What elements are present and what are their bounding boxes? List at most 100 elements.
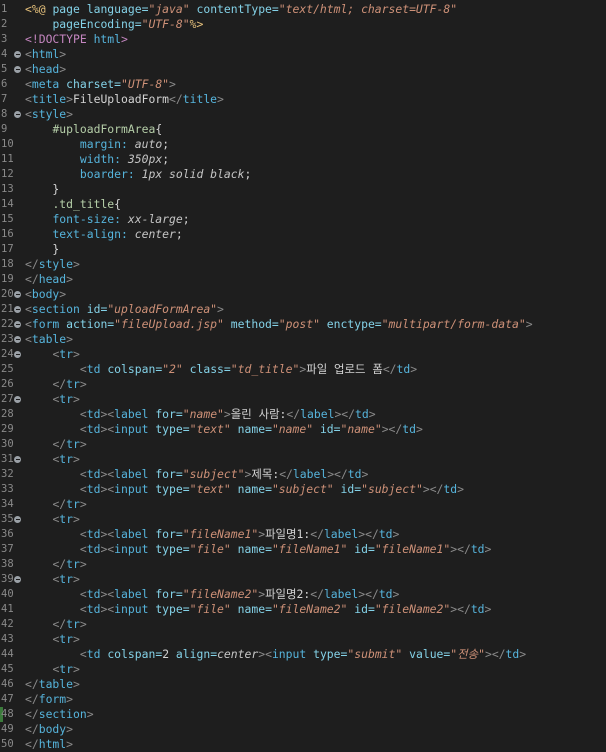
code-token: >: [392, 587, 400, 601]
code-line[interactable]: 24 <tr>: [0, 347, 606, 362]
code-token: >: [169, 77, 176, 91]
code-line[interactable]: 17 }: [0, 242, 606, 257]
code-line[interactable]: 7 <title>FileUploadForm</title>: [0, 92, 606, 107]
code-line[interactable]: 31 <tr>: [0, 452, 606, 467]
fold-toggle-icon[interactable]: [14, 306, 21, 313]
code-line[interactable]: 37 <td><input type="file" name="fileName…: [0, 542, 606, 557]
line-number: 39: [1, 573, 14, 585]
code-token: tr: [59, 512, 74, 526]
code-token: for=: [155, 407, 183, 421]
code-line[interactable]: 43 <tr>: [0, 632, 606, 647]
code-line[interactable]: 47 </form>: [0, 692, 606, 707]
fold-toggle-icon[interactable]: [14, 51, 21, 58]
code-line[interactable]: 11 width: 350px;: [0, 152, 606, 167]
code-line[interactable]: 18 </style>: [0, 257, 606, 272]
code-token: td: [86, 587, 101, 601]
line-number: 29: [1, 423, 14, 435]
code-line[interactable]: 45 <tr>: [0, 662, 606, 677]
line-gutter: 40: [0, 587, 22, 602]
code-line[interactable]: 1 <%@ page language="java" contentType="t…: [0, 2, 606, 17]
code-line[interactable]: 39 <tr>: [0, 572, 606, 587]
code-line[interactable]: 48 </section>: [0, 707, 606, 722]
code-line[interactable]: 41 <td><input type="file" name="fileName…: [0, 602, 606, 617]
code-line[interactable]: 40 <td><label for="fileName2">파일명2:</lab…: [0, 587, 606, 602]
code-token: table: [31, 332, 67, 346]
code-line[interactable]: 32 <td><label for="subject">제목:</label><…: [0, 467, 606, 482]
code-token: "fileName2": [374, 602, 451, 616]
fold-toggle-icon[interactable]: [14, 351, 21, 358]
code-line[interactable]: 2 pageEncoding="UTF-8"%>: [0, 17, 606, 32]
line-gutter: 7: [0, 92, 22, 107]
code-line[interactable]: 21 <section id="uploadFormArea">: [0, 302, 606, 317]
fold-toggle-icon[interactable]: [14, 111, 21, 118]
code-line[interactable]: 19 </head>: [0, 272, 606, 287]
code-line[interactable]: 4 <html>: [0, 47, 606, 62]
code-token: action=: [66, 317, 115, 331]
code-line[interactable]: 10 margin: auto;: [0, 137, 606, 152]
line-gutter: 16: [0, 227, 22, 242]
code-token: tr: [66, 617, 80, 631]
code-editor[interactable]: 1 <%@ page language="java" contentType="t…: [0, 0, 606, 752]
fold-toggle-icon[interactable]: [14, 456, 21, 463]
fold-toggle-icon[interactable]: [14, 291, 21, 298]
fold-toggle-icon[interactable]: [14, 336, 21, 343]
code-token: td: [470, 542, 485, 556]
code-line[interactable]: 34 </tr>: [0, 497, 606, 512]
code-token: td: [378, 527, 393, 541]
code-line[interactable]: 49 </body>: [0, 722, 606, 737]
code-line[interactable]: 9 #uploadFormArea{: [0, 122, 606, 137]
code-line[interactable]: 14 .td_title{: [0, 197, 606, 212]
code-token: FileUploadForm: [73, 92, 170, 106]
code-line[interactable]: 29 <td><input type="text" name="name" id…: [0, 422, 606, 437]
code-line[interactable]: 38 </tr>: [0, 557, 606, 572]
code-line[interactable]: 12 boarder: 1px solid black;: [0, 167, 606, 182]
code-token: td: [347, 467, 362, 481]
code-line[interactable]: 35 <tr>: [0, 512, 606, 527]
code-token: id=: [313, 422, 341, 436]
fold-toggle-icon[interactable]: [14, 576, 21, 583]
code-token: >: [484, 542, 492, 556]
line-number: 30: [1, 438, 14, 450]
code-line[interactable]: 25 <td colspan="2" class="td_title">파일 업…: [0, 362, 606, 377]
fold-toggle-icon[interactable]: [14, 321, 21, 328]
code-text: </html>: [25, 737, 73, 752]
code-line[interactable]: 50 </html>: [0, 737, 606, 752]
code-line[interactable]: 22 <form action="fileUpload.jsp" method="…: [0, 317, 606, 332]
code-text: #uploadFormArea{: [25, 122, 162, 137]
code-line[interactable]: 27 <tr>: [0, 392, 606, 407]
code-line[interactable]: 46 </table>: [0, 677, 606, 692]
code-token: <: [79, 482, 87, 496]
code-text: </tr>: [25, 617, 86, 632]
line-gutter: 24: [0, 347, 22, 362]
code-line[interactable]: 42 </tr>: [0, 617, 606, 632]
fold-toggle-icon[interactable]: [14, 396, 21, 403]
fold-toggle-icon[interactable]: [14, 516, 21, 523]
code-token: type=: [313, 647, 348, 661]
code-line[interactable]: 36 <td><label for="fileName1">파일명1:</lab…: [0, 527, 606, 542]
code-line[interactable]: 26 </tr>: [0, 377, 606, 392]
code-line[interactable]: 8 <style>: [0, 107, 606, 122]
line-number: 14: [1, 198, 14, 210]
code-text: font-size: xx-large;: [25, 212, 189, 227]
code-line[interactable]: 30 </tr>: [0, 437, 606, 452]
code-token: ;: [244, 167, 252, 181]
code-token: type=: [155, 602, 190, 616]
fold-toggle-icon[interactable]: [14, 66, 21, 73]
code-token: ><: [100, 482, 115, 496]
line-gutter: 9: [0, 122, 22, 137]
code-line[interactable]: 44 <td colspan=2 align=center><input typ…: [0, 647, 606, 662]
code-line[interactable]: 33 <td><input type="text" name="subject"…: [0, 482, 606, 497]
code-line[interactable]: 23 <table>: [0, 332, 606, 347]
code-line[interactable]: 5 <head>: [0, 62, 606, 77]
code-line[interactable]: 16 text-align: center;: [0, 227, 606, 242]
code-line[interactable]: 15 font-size: xx-large;: [0, 212, 606, 227]
code-token: >: [368, 407, 376, 421]
line-number: 33: [1, 483, 14, 495]
code-line[interactable]: 28 <td><label for="name">올린 사람:</label><…: [0, 407, 606, 422]
code-line[interactable]: 3 <!DOCTYPE html>: [0, 32, 606, 47]
code-line[interactable]: 20 <body>: [0, 287, 606, 302]
code-line[interactable]: 13 }: [0, 182, 606, 197]
code-line[interactable]: 6 <meta charset="UTF-8">: [0, 77, 606, 92]
